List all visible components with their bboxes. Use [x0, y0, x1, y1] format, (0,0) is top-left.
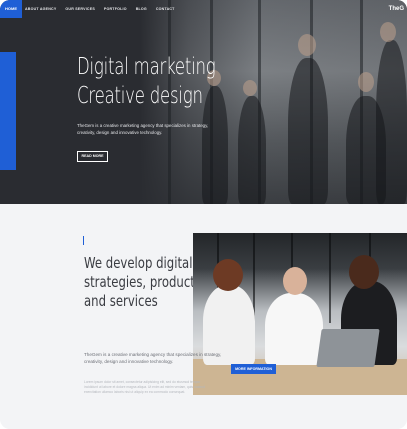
about-title-line-2: strategies, products — [84, 273, 201, 291]
page-frame: HOME ABOUT AGENCY OUR SERVICES PORTFOLIO… — [0, 0, 407, 429]
office-team-photo — [193, 233, 407, 395]
nav-item-about-agency[interactable]: ABOUT AGENCY — [25, 7, 56, 11]
hero-title: Digital marketing Creative design — [77, 53, 216, 111]
brand-logo[interactable]: TheG — [389, 0, 404, 18]
more-information-button[interactable]: MORE INFORMATION — [231, 364, 276, 374]
nav-item-blog[interactable]: BLOG — [136, 7, 147, 11]
about-title-line-3: and services — [84, 292, 158, 310]
about-title-line-1: We develop digital — [84, 254, 193, 272]
top-navigation: HOME ABOUT AGENCY OUR SERVICES PORTFOLIO… — [0, 0, 407, 18]
about-body-text: Lorem ipsum dolor sit amet, consectetur … — [84, 380, 205, 395]
hero-title-line-1: Digital marketing — [77, 54, 216, 80]
nav-item-contact[interactable]: CONTACT — [156, 7, 175, 11]
nav-item-portfolio[interactable]: PORTFOLIO — [104, 7, 127, 11]
hero-title-line-2: Creative design — [77, 83, 203, 109]
hero-accent-bar — [0, 52, 16, 170]
hero-description: TheGem is a creative marketing agency th… — [77, 123, 209, 135]
nav-home-logo[interactable]: HOME — [0, 0, 22, 18]
hero-section: HOME ABOUT AGENCY OUR SERVICES PORTFOLIO… — [0, 0, 407, 204]
about-title: We develop digital strategies, products … — [84, 254, 201, 311]
about-accent-line — [83, 236, 84, 245]
nav-item-our-services[interactable]: OUR SERVICES — [65, 7, 95, 11]
about-description: TheGem is a creative marketing agency th… — [84, 352, 222, 364]
read-more-button[interactable]: READ MORE — [77, 151, 108, 162]
nav-menu: ABOUT AGENCY OUR SERVICES PORTFOLIO BLOG… — [25, 0, 175, 18]
